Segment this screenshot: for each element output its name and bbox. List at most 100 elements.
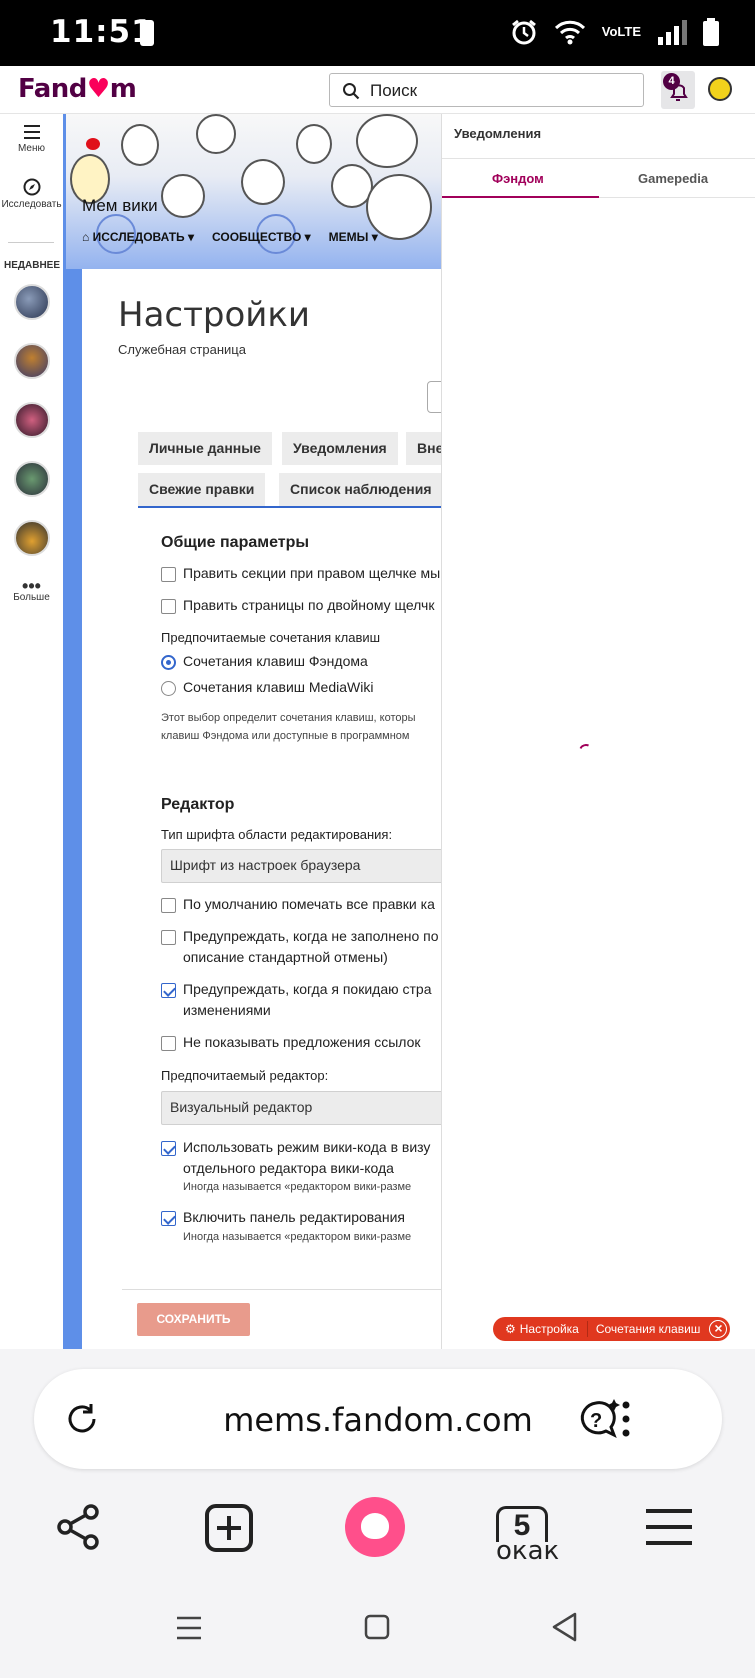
- alice-assistant-button[interactable]: [345, 1497, 405, 1557]
- banner-meme-face: [196, 114, 236, 154]
- notifications-tabs: Фэндом Gamepedia: [442, 158, 755, 198]
- svg-text:?: ?: [590, 1410, 602, 1432]
- search-icon: [343, 83, 360, 100]
- save-button[interactable]: СОХРАНИТЬ: [137, 1303, 250, 1336]
- label-shortcuts-mediawiki: Сочетания клавиш MediaWiki: [183, 679, 374, 695]
- wifi-icon: [554, 20, 585, 45]
- wiki-nav-memes[interactable]: МЕМЫ ▾: [329, 230, 378, 244]
- status-bar: 11:51 VoLTE: [0, 0, 755, 66]
- label-minor-edits: По умолчанию помечать все правки ка: [183, 896, 435, 912]
- tabs-underline: [138, 506, 441, 508]
- rail-explore[interactable]: Исследовать: [0, 178, 63, 210]
- close-icon[interactable]: ×: [709, 1320, 728, 1338]
- label-edit-double-click: Править страницы по двойному щелчк: [183, 597, 435, 613]
- hamburger-menu-icon[interactable]: [644, 1507, 694, 1547]
- tab-fandom[interactable]: Фэндом: [492, 171, 544, 186]
- more-vertical-icon[interactable]: [619, 1399, 633, 1439]
- tab-recent-changes[interactable]: Свежие правки: [138, 473, 266, 506]
- search-placeholder: Поиск: [370, 81, 418, 100]
- general-heading: Общие параметры: [161, 534, 310, 551]
- menu-icon: [23, 125, 40, 139]
- checkbox-no-link-suggest[interactable]: [161, 1036, 176, 1051]
- tab-notifications[interactable]: Уведомления: [282, 432, 398, 465]
- banner-meme-face: [296, 124, 332, 164]
- rail-menu-label: Меню: [17, 143, 46, 154]
- tab-personal[interactable]: Личные данные: [138, 432, 272, 465]
- tabs-button[interactable]: 5 окак: [496, 1506, 560, 1566]
- checkbox-minor-edits[interactable]: [161, 898, 176, 913]
- tab-watchlist[interactable]: Список наблюдения: [279, 473, 441, 506]
- rail-recent-label: НЕДАВНЕЕ: [4, 260, 61, 271]
- more-dots-icon: •••: [22, 576, 41, 596]
- notifications-title: Уведомления: [454, 126, 542, 141]
- tab-gamepedia[interactable]: Gamepedia: [638, 171, 708, 186]
- screen: { "status_bar": { "time": "11:51", "netw…: [0, 0, 755, 1678]
- status-icons: VoLTE: [510, 18, 719, 46]
- banner-troll-face: [356, 114, 418, 168]
- signal-icon: [658, 20, 687, 45]
- rail-menu[interactable]: Меню: [0, 124, 63, 154]
- fandom-header: Fand♥m Поиск 4: [0, 66, 755, 114]
- checkbox-warn-empty-summary[interactable]: [161, 930, 176, 945]
- label-warn-empty-summary-2: описание стандартной отмены): [183, 949, 388, 965]
- status-time: 11:51: [50, 14, 154, 50]
- label-warn-empty-summary-1: Предупреждать, когда не заполнено по: [183, 928, 439, 944]
- android-recents-icon[interactable]: [175, 1614, 203, 1642]
- recent-wiki-1[interactable]: [14, 284, 50, 320]
- new-tab-icon[interactable]: [204, 1503, 254, 1553]
- search-input[interactable]: Поиск: [329, 73, 644, 107]
- radio-shortcuts-fandom[interactable]: [161, 655, 176, 670]
- page-subtitle: Служебная страница: [118, 342, 246, 357]
- recent-wiki-3[interactable]: [14, 402, 50, 438]
- checkbox-edit-section-right-click[interactable]: [161, 567, 176, 582]
- rail-divider: [8, 242, 54, 243]
- search-preferences-button[interactable]: [427, 381, 441, 413]
- rail-explore-label: Исследовать: [1, 199, 62, 210]
- checkbox-wikitext-mode[interactable]: [161, 1141, 176, 1156]
- share-icon[interactable]: [55, 1503, 103, 1551]
- page-title: Настройки: [118, 295, 311, 335]
- save-divider: [122, 1289, 441, 1290]
- radio-shortcuts-mediawiki[interactable]: [161, 681, 176, 696]
- alarm-icon: [511, 19, 536, 45]
- banner-meme-face: [161, 174, 205, 218]
- checkbox-toolbar[interactable]: [161, 1211, 176, 1226]
- rail-more[interactable]: ••• Больше: [0, 576, 63, 603]
- preferred-editor-select[interactable]: Визуальный редактор: [161, 1091, 441, 1125]
- label-edit-section-right-click: Править секции при правом щелчке мы: [183, 565, 441, 581]
- android-home-icon[interactable]: [364, 1614, 390, 1640]
- banner-meme-face: [241, 159, 285, 205]
- android-back-icon[interactable]: [550, 1611, 578, 1643]
- preferred-editor-label: Предпочитаемый редактор:: [161, 1068, 329, 1083]
- fandom-logo[interactable]: Fand♥m: [18, 74, 137, 104]
- tabs-word: окак: [496, 1536, 560, 1566]
- hint-wikitext-mode: Иногда называется «редактором вики-разме: [183, 1181, 412, 1193]
- toolbar-shortcuts-link[interactable]: Сочетания клавиш: [596, 1322, 701, 1336]
- bottom-toolbar-pill: ⚙ Настройка Сочетания клавиш ×: [493, 1317, 731, 1341]
- wiki-nav-community[interactable]: СООБЩЕСТВО ▾: [212, 230, 311, 244]
- user-avatar[interactable]: [708, 77, 732, 101]
- tab-appearance[interactable]: Вне: [406, 432, 441, 465]
- label-shortcuts-fandom: Сочетания клавиш Фэндома: [183, 653, 368, 669]
- notifications-badge: 4: [663, 73, 680, 90]
- recent-wiki-2[interactable]: [14, 343, 50, 379]
- wiki-nav-explore[interactable]: ⌂ ИССЛЕДОВАТЬ ▾: [82, 230, 194, 244]
- font-select[interactable]: Шрифт из настроек браузера: [161, 849, 441, 883]
- wiki-title[interactable]: Мем вики: [82, 196, 158, 216]
- rail-more-label: Больше: [13, 592, 50, 603]
- volte-indicator: VoLTE: [601, 24, 641, 39]
- address-bar[interactable]: mems.fandom.com ?: [34, 1369, 722, 1469]
- recent-wiki-4[interactable]: [14, 461, 50, 497]
- notifications-panel: Уведомления Фэндом Gamepedia: [441, 114, 755, 1349]
- compass-icon: [23, 178, 40, 196]
- recent-wiki-5[interactable]: [14, 520, 50, 556]
- notifications-button[interactable]: 4: [661, 71, 695, 109]
- assistant-question-icon[interactable]: ?: [576, 1397, 622, 1441]
- banner-meme-face: [121, 124, 159, 166]
- notifications-tab-underline: [442, 196, 599, 198]
- checkbox-edit-double-click[interactable]: [161, 599, 176, 614]
- checkbox-warn-leave-page[interactable]: [161, 983, 176, 998]
- toolbar-settings-link[interactable]: Настройка: [520, 1322, 579, 1336]
- battery-icon: [703, 18, 719, 46]
- wiki-nav: ⌂ ИССЛЕДОВАТЬ ▾ СООБЩЕСТВО ▾ МЕМЫ ▾: [82, 230, 378, 244]
